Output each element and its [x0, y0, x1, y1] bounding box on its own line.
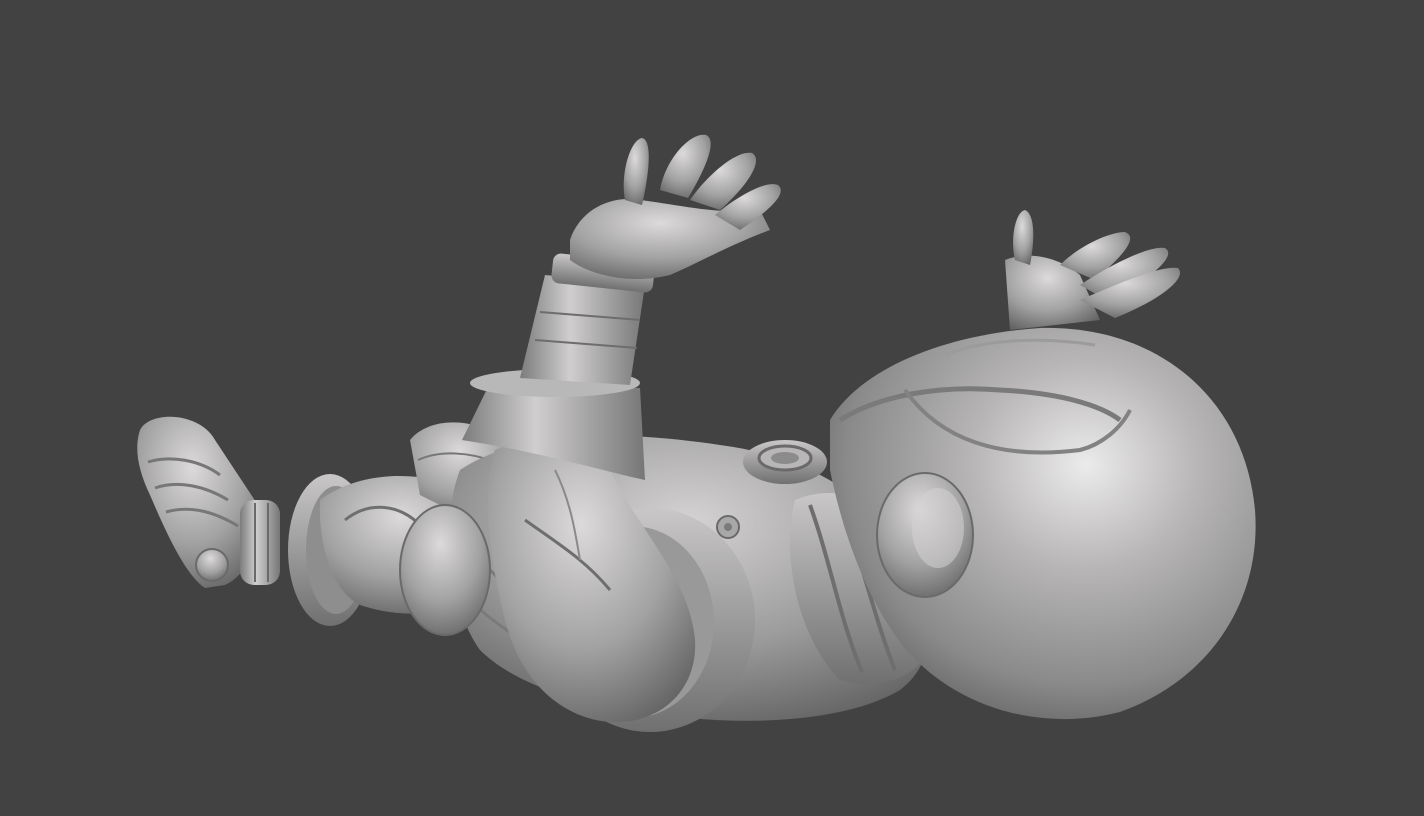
small-button [716, 515, 740, 539]
back-hand-icon [1005, 210, 1181, 330]
helmet-ear-disc [876, 472, 974, 598]
sculpt-model-view[interactable] [0, 0, 1424, 816]
front-hand-icon [570, 134, 781, 280]
chest-valve [743, 440, 827, 484]
ankle-rings [240, 500, 280, 585]
elbow-pad [399, 504, 491, 636]
viewport-canvas[interactable] [0, 0, 1424, 816]
